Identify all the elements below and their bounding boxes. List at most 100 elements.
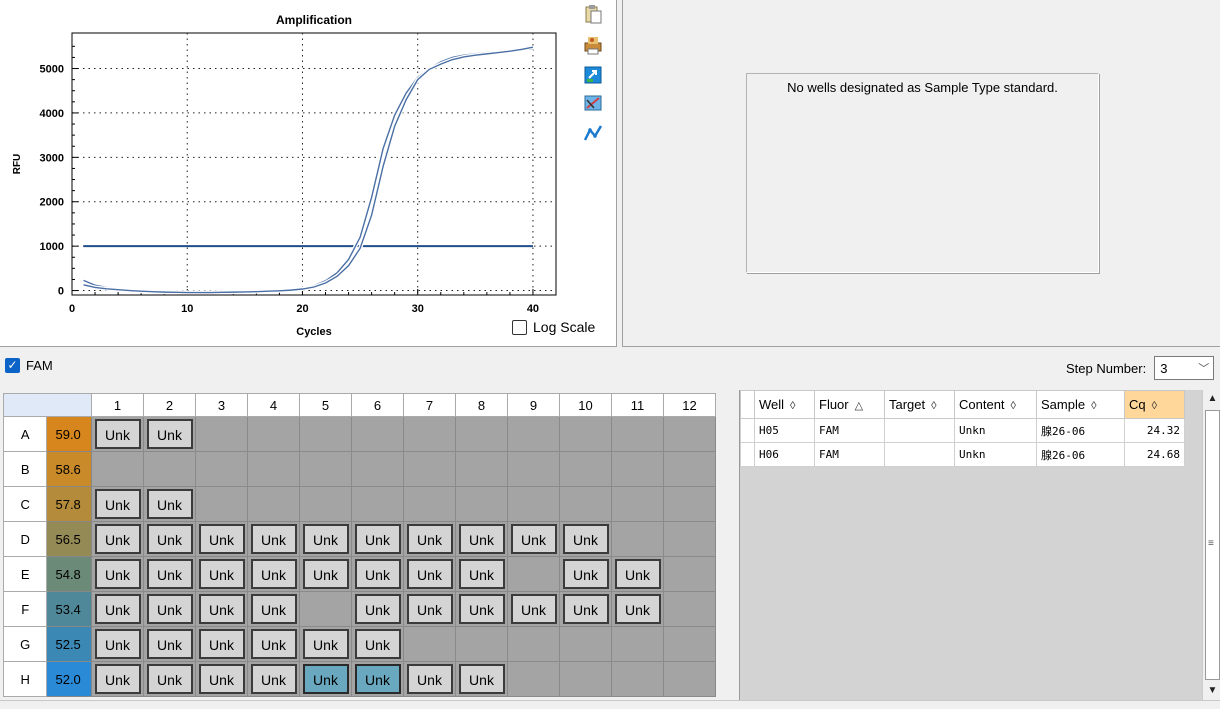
plate-well[interactable] [351, 486, 404, 522]
plate-well[interactable] [611, 521, 664, 557]
plate-column-header[interactable]: 12 [663, 393, 716, 417]
plate-well[interactable]: Unk [403, 591, 456, 627]
plate-well[interactable] [507, 486, 560, 522]
sort-icon[interactable]: ◊ [1152, 400, 1157, 412]
plate-well[interactable]: Unk [507, 521, 560, 557]
plate-well[interactable] [403, 416, 456, 452]
plate-row-header[interactable]: D [2, 521, 48, 557]
plate-well[interactable]: Unk [143, 661, 196, 697]
plate-well[interactable] [247, 486, 300, 522]
plate-well[interactable] [663, 591, 716, 627]
plate-well[interactable] [455, 626, 508, 662]
row-selector[interactable] [740, 418, 755, 443]
plate-well[interactable]: Unk [143, 521, 196, 557]
plate-well[interactable]: Unk [299, 556, 352, 592]
column-header-sample[interactable]: Sample ◊ [1036, 390, 1125, 419]
plate-well[interactable]: Unk [351, 556, 404, 592]
plate-well[interactable]: Unk [91, 626, 144, 662]
row-selector[interactable] [740, 442, 755, 467]
plate-well[interactable]: Unk [247, 626, 300, 662]
plate-well[interactable]: Unk [91, 521, 144, 557]
plate-column-header[interactable]: 6 [351, 393, 404, 417]
copy-icon[interactable] [582, 4, 604, 26]
plate-well[interactable] [559, 416, 612, 452]
plate-well[interactable]: Unk [351, 661, 404, 697]
plate-well[interactable] [611, 661, 664, 697]
step-number-select[interactable]: 3 ﹀ [1154, 356, 1215, 380]
plate-well[interactable]: Unk [403, 661, 456, 697]
column-header-well[interactable]: Well ◊ [754, 390, 815, 419]
plate-well[interactable]: Unk [143, 591, 196, 627]
trend-line-icon[interactable] [582, 122, 604, 144]
plate-well[interactable]: Unk [403, 521, 456, 557]
plate-well[interactable] [403, 626, 456, 662]
plate-well[interactable]: Unk [195, 626, 248, 662]
plate-well[interactable] [507, 626, 560, 662]
column-header-target[interactable]: Target ◊ [884, 390, 955, 419]
plate-well[interactable] [247, 416, 300, 452]
plate-well[interactable] [507, 416, 560, 452]
plate-well[interactable] [663, 521, 716, 557]
plate-column-header[interactable]: 5 [299, 393, 352, 417]
plate-well[interactable]: Unk [91, 416, 144, 452]
plate-well[interactable]: Unk [559, 591, 612, 627]
plate-row-header[interactable]: B [2, 451, 48, 487]
plate-column-header[interactable]: 3 [195, 393, 248, 417]
plate-well[interactable]: Unk [455, 556, 508, 592]
sort-icon[interactable]: △ [855, 400, 863, 412]
plate-well[interactable]: Unk [247, 591, 300, 627]
plate-well[interactable] [559, 661, 612, 697]
plate-well[interactable] [455, 416, 508, 452]
plate-column-header[interactable]: 8 [455, 393, 508, 417]
plate-well[interactable] [195, 416, 248, 452]
table-row[interactable]: H05 FAM Unkn 腺26-06 24.32 [740, 418, 1185, 443]
plate-well[interactable] [663, 451, 716, 487]
plate-column-header[interactable]: 1 [91, 393, 144, 417]
plate-well[interactable] [403, 451, 456, 487]
plate-well[interactable]: Unk [299, 661, 352, 697]
plate-well[interactable] [299, 591, 352, 627]
log-scale-toggle[interactable]: Log Scale [512, 319, 595, 335]
plate-well[interactable]: Unk [143, 416, 196, 452]
plate-well[interactable]: Unk [611, 591, 664, 627]
plate-well[interactable]: Unk [247, 521, 300, 557]
plate-row-header[interactable]: E [2, 556, 48, 592]
plate-corner-header[interactable] [3, 393, 92, 417]
plate-well[interactable]: Unk [455, 591, 508, 627]
plate-well[interactable]: Unk [559, 556, 612, 592]
plate-well[interactable]: Unk [351, 591, 404, 627]
plate-well[interactable]: Unk [91, 661, 144, 697]
plate-well[interactable] [351, 416, 404, 452]
plate-well[interactable] [559, 451, 612, 487]
plate-well[interactable]: Unk [351, 521, 404, 557]
plate-well[interactable]: Unk [299, 626, 352, 662]
plate-well[interactable] [143, 451, 196, 487]
plate-well[interactable]: Unk [611, 556, 664, 592]
plate-well[interactable]: Unk [91, 486, 144, 522]
scroll-up-icon[interactable]: ▲ [1203, 390, 1220, 408]
plate-well[interactable]: Unk [403, 556, 456, 592]
column-header-cq[interactable]: Cq ◊ [1124, 390, 1185, 419]
sort-icon[interactable]: ◊ [1011, 400, 1016, 412]
plate-well[interactable] [611, 451, 664, 487]
plate-well[interactable]: Unk [507, 591, 560, 627]
print-icon[interactable] [582, 34, 604, 56]
plate-well[interactable]: Unk [195, 591, 248, 627]
results-scrollbar[interactable]: ▲ ≡ ▼ [1202, 390, 1220, 700]
plate-well[interactable] [455, 486, 508, 522]
plate-column-header[interactable]: 11 [611, 393, 664, 417]
plate-well[interactable]: Unk [91, 556, 144, 592]
plate-well[interactable] [299, 486, 352, 522]
plate-well[interactable] [299, 416, 352, 452]
plate-well[interactable] [247, 451, 300, 487]
column-header-content[interactable]: Content ◊ [954, 390, 1037, 419]
plate-column-header[interactable]: 2 [143, 393, 196, 417]
plate-well[interactable] [559, 626, 612, 662]
plate-well[interactable]: Unk [351, 626, 404, 662]
plate-well[interactable] [663, 416, 716, 452]
plate-well[interactable] [195, 451, 248, 487]
plate-well[interactable] [507, 556, 560, 592]
plate-well[interactable]: Unk [455, 661, 508, 697]
plate-well[interactable] [91, 451, 144, 487]
plate-well[interactable] [507, 451, 560, 487]
